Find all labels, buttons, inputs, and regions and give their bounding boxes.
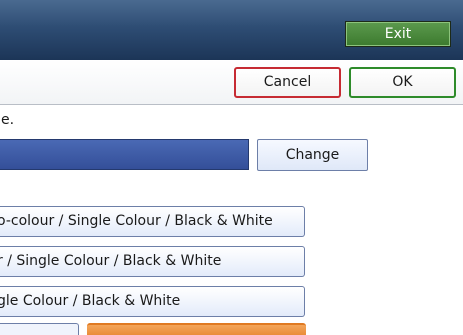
colour-mode-option-1[interactable]: o-colour / Single Colour / Black & White bbox=[0, 206, 305, 237]
change-button[interactable]: Change bbox=[257, 139, 368, 171]
action-bar: Cancel OK bbox=[0, 60, 463, 105]
cancel-button[interactable]: Cancel bbox=[234, 67, 341, 98]
colour-mode-option-2[interactable]: r / Single Colour / Black & White bbox=[0, 246, 305, 277]
bottom-button-partial[interactable] bbox=[0, 323, 79, 335]
ok-button[interactable]: OK bbox=[349, 67, 456, 98]
instruction-text: e. bbox=[1, 112, 15, 128]
colour-mode-option-3[interactable]: gle Colour / Black & White bbox=[0, 286, 305, 317]
exit-button[interactable]: Exit bbox=[345, 21, 451, 47]
selected-value-display bbox=[0, 139, 249, 170]
bottom-orange-button-partial[interactable] bbox=[87, 323, 306, 335]
title-bar: Exit bbox=[0, 0, 463, 60]
